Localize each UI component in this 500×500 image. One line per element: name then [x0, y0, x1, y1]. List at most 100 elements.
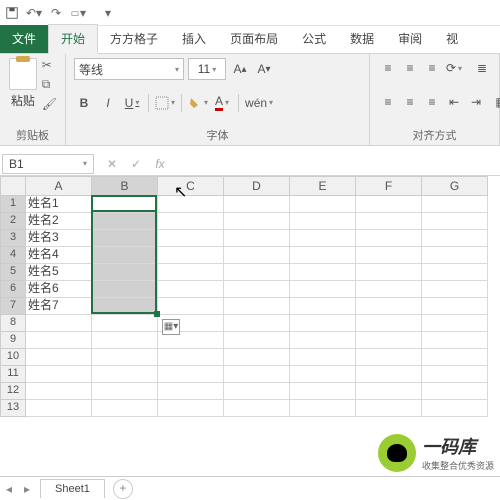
col-header-D[interactable]: D	[224, 176, 290, 196]
cell-B10[interactable]	[92, 349, 158, 366]
cell-B3[interactable]	[92, 230, 158, 247]
cell-D1[interactable]	[224, 196, 290, 213]
cell-B4[interactable]	[92, 247, 158, 264]
row-header-6[interactable]: 6	[0, 281, 26, 298]
cell-G11[interactable]	[422, 366, 488, 383]
cell-C10[interactable]	[158, 349, 224, 366]
cell-C7[interactable]	[158, 298, 224, 315]
cell-G2[interactable]	[422, 213, 488, 230]
add-sheet-icon[interactable]: +	[113, 479, 133, 499]
cell-G12[interactable]	[422, 383, 488, 400]
cell-E13[interactable]	[290, 400, 356, 417]
cell-E4[interactable]	[290, 247, 356, 264]
cell-A12[interactable]	[26, 383, 92, 400]
cell-F1[interactable]	[356, 196, 422, 213]
save-icon[interactable]	[4, 5, 20, 21]
row-header-4[interactable]: 4	[0, 247, 26, 264]
cell-A3[interactable]: 姓名3	[26, 230, 92, 247]
indent-inc-icon[interactable]: ⇥	[466, 92, 486, 112]
tab-data[interactable]: 数据	[338, 25, 386, 53]
cell-G7[interactable]	[422, 298, 488, 315]
cell-F6[interactable]	[356, 281, 422, 298]
cancel-icon[interactable]: ✕	[100, 157, 124, 171]
border-button[interactable]	[155, 93, 175, 113]
cell-F3[interactable]	[356, 230, 422, 247]
cell-B6[interactable]	[92, 281, 158, 298]
cell-G4[interactable]	[422, 247, 488, 264]
qat-customize-icon[interactable]: ▾	[100, 5, 116, 21]
tab-insert[interactable]: 插入	[170, 25, 218, 53]
cell-B9[interactable]	[92, 332, 158, 349]
italic-button[interactable]: I	[98, 93, 118, 113]
cell-A13[interactable]	[26, 400, 92, 417]
tab-fangfang[interactable]: 方方格子	[98, 25, 170, 53]
cell-F8[interactable]	[356, 315, 422, 332]
align-right-icon[interactable]: ≡	[422, 92, 442, 112]
cell-A8[interactable]	[26, 315, 92, 332]
cell-G5[interactable]	[422, 264, 488, 281]
cell-A9[interactable]	[26, 332, 92, 349]
cell-G1[interactable]	[422, 196, 488, 213]
tab-file[interactable]: 文件	[0, 25, 48, 53]
cell-D7[interactable]	[224, 298, 290, 315]
cell-D6[interactable]	[224, 281, 290, 298]
row-header-11[interactable]: 11	[0, 366, 26, 383]
touch-icon[interactable]: ▾	[70, 5, 86, 21]
cell-A4[interactable]: 姓名4	[26, 247, 92, 264]
grow-font-icon[interactable]: A▴	[230, 59, 250, 79]
cell-C6[interactable]	[158, 281, 224, 298]
cell-A2[interactable]: 姓名2	[26, 213, 92, 230]
underline-button[interactable]: U	[122, 93, 142, 113]
row-header-5[interactable]: 5	[0, 264, 26, 281]
col-header-E[interactable]: E	[290, 176, 356, 196]
cell-D10[interactable]	[224, 349, 290, 366]
cell-D4[interactable]	[224, 247, 290, 264]
cell-C13[interactable]	[158, 400, 224, 417]
bold-button[interactable]: B	[74, 93, 94, 113]
cell-E2[interactable]	[290, 213, 356, 230]
col-header-C[interactable]: C	[158, 176, 224, 196]
cell-F7[interactable]	[356, 298, 422, 315]
cell-D11[interactable]	[224, 366, 290, 383]
cell-E5[interactable]	[290, 264, 356, 281]
cell-D12[interactable]	[224, 383, 290, 400]
cell-G9[interactable]	[422, 332, 488, 349]
cell-E1[interactable]	[290, 196, 356, 213]
font-size-combo[interactable]: 11▾	[188, 58, 226, 80]
cell-G3[interactable]	[422, 230, 488, 247]
cell-A7[interactable]: 姓名7	[26, 298, 92, 315]
cell-A5[interactable]: 姓名5	[26, 264, 92, 281]
cell-F4[interactable]	[356, 247, 422, 264]
row-header-2[interactable]: 2	[0, 213, 26, 230]
tab-formula[interactable]: 公式	[290, 25, 338, 53]
cell-F12[interactable]	[356, 383, 422, 400]
row-header-1[interactable]: 1	[0, 196, 26, 213]
fx-icon[interactable]: fx	[148, 157, 172, 171]
fill-handle[interactable]	[154, 311, 160, 317]
sheet-nav-prev-icon[interactable]: ◂	[0, 482, 18, 496]
tab-view[interactable]: 视	[434, 25, 470, 53]
cut-icon[interactable]: ✂	[42, 58, 57, 72]
font-color-button[interactable]: A	[212, 93, 232, 113]
undo-icon[interactable]: ↶▾	[26, 5, 42, 21]
row-header-8[interactable]: 8	[0, 315, 26, 332]
wrap-text-icon[interactable]: ≣	[472, 58, 492, 78]
cell-F5[interactable]	[356, 264, 422, 281]
format-painter-icon[interactable]: 🖌	[42, 97, 57, 111]
col-header-A[interactable]: A	[26, 176, 92, 196]
name-box[interactable]: B1▾	[2, 154, 94, 174]
cell-C1[interactable]	[158, 196, 224, 213]
cell-D2[interactable]	[224, 213, 290, 230]
orientation-icon[interactable]: ⟳	[444, 58, 464, 78]
redo-icon[interactable]: ↷	[48, 5, 64, 21]
col-header-G[interactable]: G	[422, 176, 488, 196]
cell-C11[interactable]	[158, 366, 224, 383]
sheet-nav-next-icon[interactable]: ▸	[18, 482, 36, 496]
cell-E3[interactable]	[290, 230, 356, 247]
row-header-12[interactable]: 12	[0, 383, 26, 400]
indent-dec-icon[interactable]: ⇤	[444, 92, 464, 112]
cell-F9[interactable]	[356, 332, 422, 349]
align-left-icon[interactable]: ≡	[378, 92, 398, 112]
paste-button[interactable]: 粘贴	[8, 58, 38, 111]
cell-D3[interactable]	[224, 230, 290, 247]
